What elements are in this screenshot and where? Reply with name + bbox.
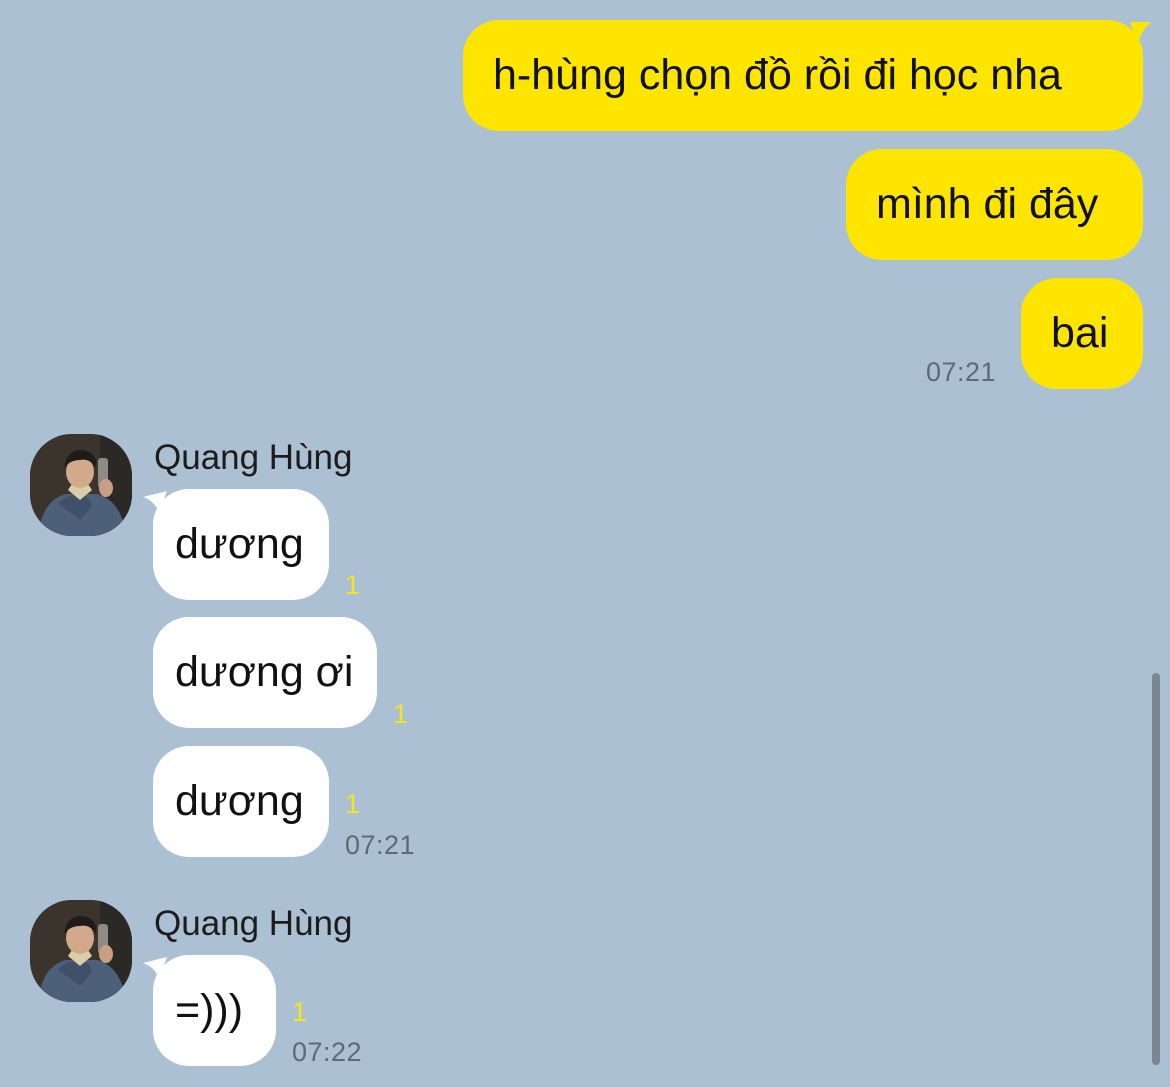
outgoing-message[interactable]: mình đi đây	[846, 149, 1143, 260]
avatar[interactable]	[30, 900, 132, 1002]
chat-room[interactable]: h-hùng chọn đồ rồi đi học nha mình đi đâ…	[0, 0, 1170, 1087]
message-text: bai	[1051, 309, 1109, 357]
bubble-tail	[143, 957, 167, 979]
bubble-tail	[1130, 22, 1152, 44]
incoming-message[interactable]: dương	[153, 489, 329, 600]
unread-count: 1	[345, 570, 361, 600]
profile-photo-icon	[30, 900, 132, 1002]
sender-name: Quang Hùng	[154, 904, 353, 943]
bubble-tail	[143, 491, 167, 513]
profile-photo-icon	[30, 434, 132, 536]
incoming-message[interactable]: dương ơi	[153, 617, 377, 728]
message-timestamp: 07:21	[926, 357, 997, 387]
message-timestamp: 07:21	[345, 830, 416, 860]
message-text: dương	[175, 520, 304, 568]
avatar[interactable]	[30, 434, 132, 536]
message-text: dương	[175, 777, 304, 825]
unread-count: 1	[292, 997, 308, 1027]
outgoing-message[interactable]: bai	[1021, 278, 1143, 389]
incoming-message[interactable]: =)))	[153, 955, 276, 1066]
scrollbar[interactable]	[1152, 673, 1160, 1065]
outgoing-message[interactable]: h-hùng chọn đồ rồi đi học nha	[463, 20, 1143, 131]
unread-count: 1	[345, 789, 361, 819]
sender-name: Quang Hùng	[154, 438, 353, 477]
message-text: =)))	[175, 986, 244, 1034]
message-text: mình đi đây	[876, 180, 1099, 228]
incoming-message[interactable]: dương	[153, 746, 329, 857]
unread-count: 1	[393, 699, 409, 729]
message-timestamp: 07:22	[292, 1037, 363, 1067]
message-text: dương ơi	[175, 648, 354, 696]
message-text: h-hùng chọn đồ rồi đi học nha	[493, 51, 1062, 99]
